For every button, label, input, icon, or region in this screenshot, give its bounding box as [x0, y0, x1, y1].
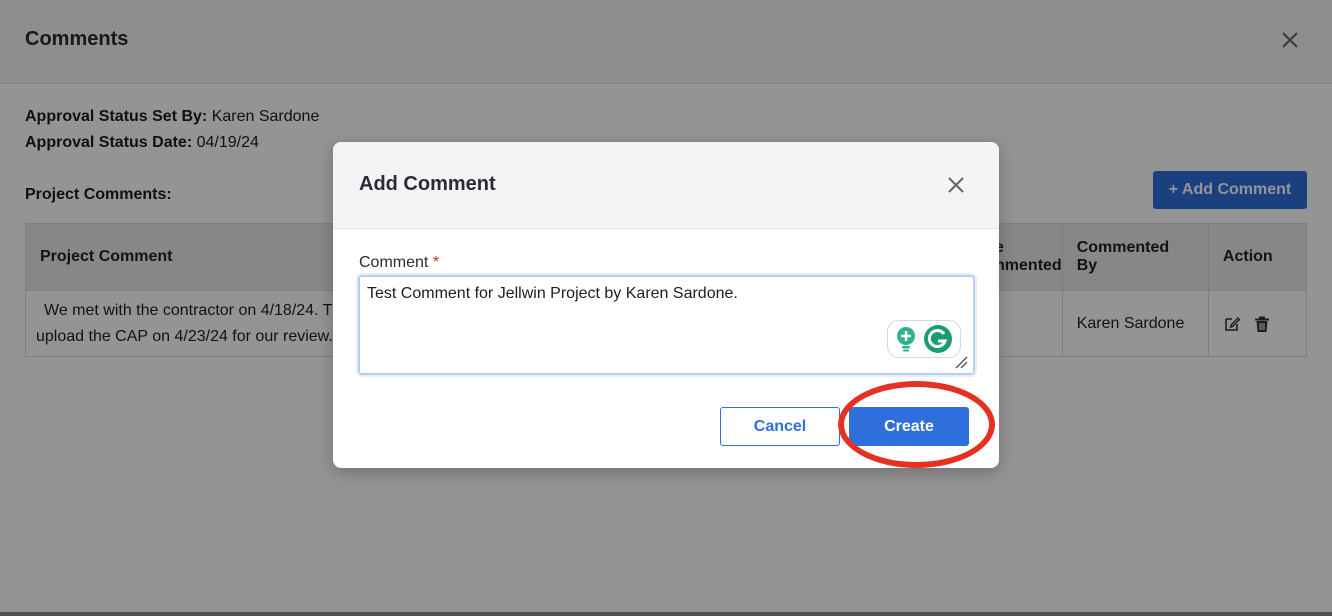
add-comment-modal-header: Add Comment [333, 142, 999, 229]
comment-textarea[interactable]: Test Comment for Jellwin Project by Kare… [358, 275, 975, 375]
cancel-button[interactable]: Cancel [720, 407, 840, 446]
grammarly-logo-icon[interactable] [923, 324, 953, 354]
required-asterisk: * [432, 254, 440, 271]
add-comment-modal: Add Comment Comment * Test Comment for J… [333, 142, 999, 468]
add-comment-modal-title: Add Comment [359, 173, 496, 195]
comment-field-label: Comment * [359, 254, 440, 271]
close-icon[interactable] [944, 173, 968, 197]
grammarly-widget[interactable] [887, 320, 961, 358]
create-button[interactable]: Create [849, 407, 969, 446]
lightbulb-icon[interactable] [895, 326, 917, 352]
resize-handle-icon[interactable] [953, 354, 969, 370]
